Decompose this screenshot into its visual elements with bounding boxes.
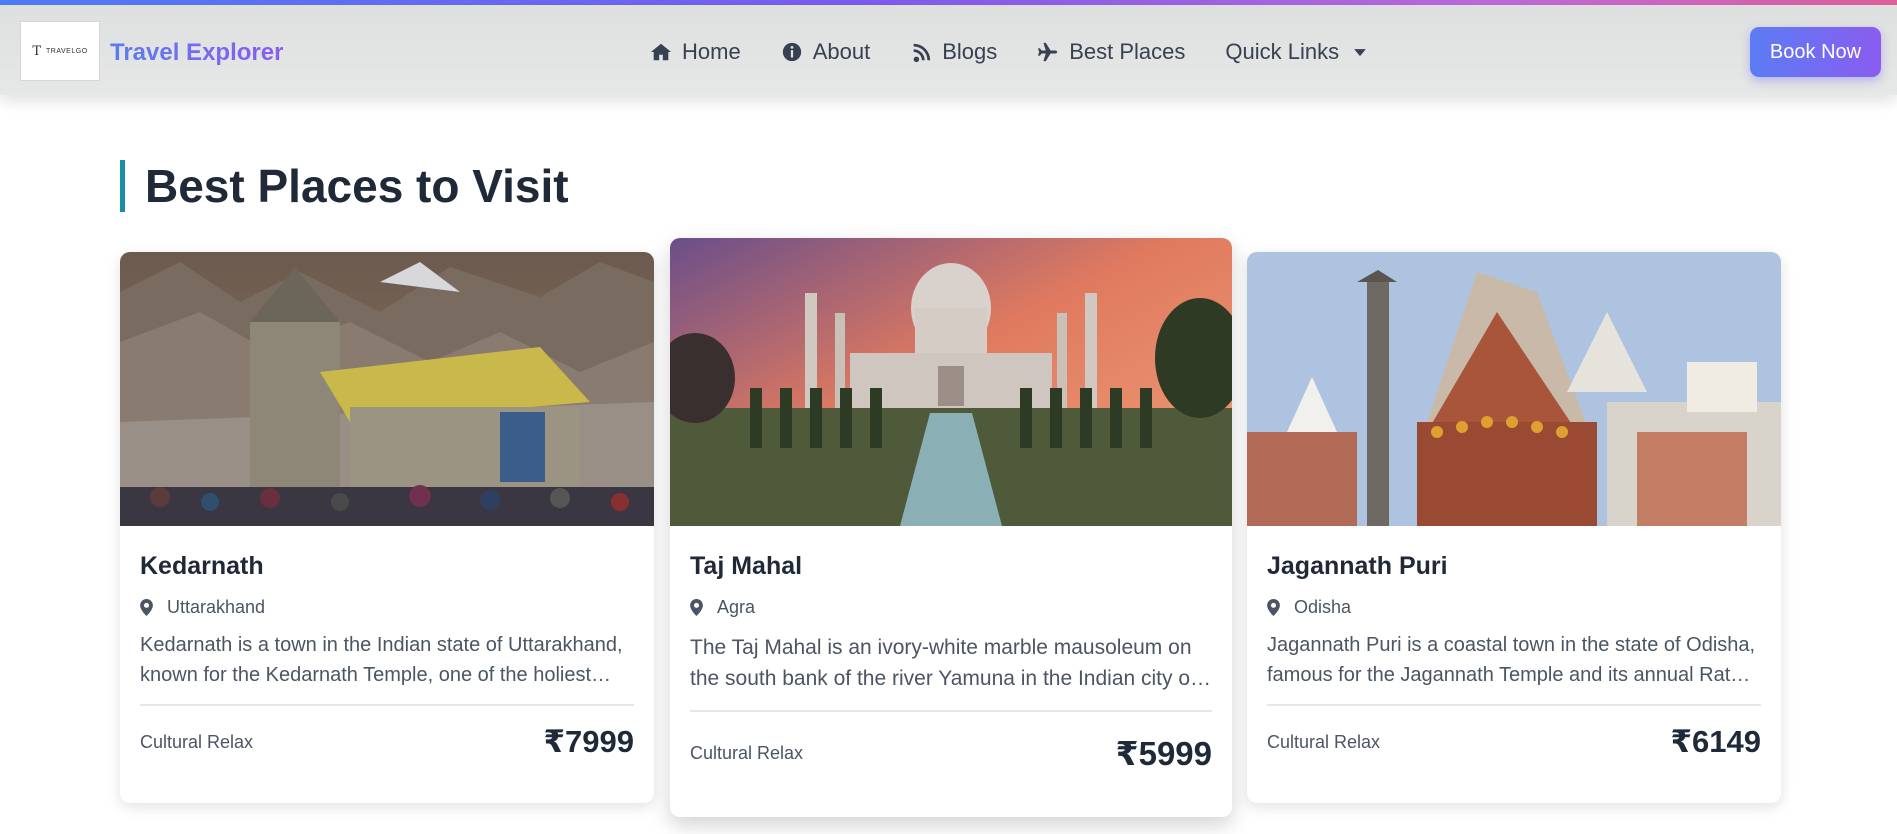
main-nav: Home About Blogs Best Places Quick Links	[650, 35, 1407, 69]
navbar: T TRAVELGO Travel Explorer Home About Bl…	[0, 5, 1897, 95]
nav-quick-links-label: Quick Links	[1225, 39, 1340, 64]
card-title: Jagannath Puri	[1267, 552, 1448, 580]
place-card-jagannath-puri[interactable]: Jagannath Puri Odisha Jagannath Puri is …	[1247, 252, 1781, 803]
card-title: Taj Mahal	[690, 552, 803, 580]
card-description: The Taj Mahal is an ivory-white marble m…	[690, 636, 1196, 690]
nav-best-places-label: Best Places	[1069, 39, 1186, 64]
card-location-label: Uttarakhand	[167, 597, 266, 617]
blog-icon	[913, 43, 931, 63]
logo[interactable]: T TRAVELGO	[20, 21, 100, 81]
section-title: Best Places to Visit	[120, 160, 569, 212]
place-card-taj-mahal[interactable]: Taj Mahal Agra The Taj Mahal is an ivory…	[670, 238, 1232, 817]
taj-mahal-image	[670, 238, 1232, 526]
card-description: Jagannath Puri is a coastal town in the …	[1267, 634, 1756, 686]
place-card-kedarnath[interactable]: Kedarnath Uttarakhand Kedarnath is a tow…	[120, 252, 654, 803]
logo-text: TRAVELGO	[46, 47, 88, 55]
brand-name[interactable]: Travel Explorer	[110, 39, 283, 67]
card-price: ₹6149	[1670, 724, 1761, 759]
card-footer: Cultural Relax ₹7999	[140, 724, 634, 760]
nav-blogs-label: Blogs	[942, 39, 998, 64]
nav-about[interactable]: About	[781, 39, 871, 65]
map-pin-icon	[690, 599, 703, 616]
card-category: Cultural Relax	[140, 731, 254, 752]
card-footer: Cultural Relax ₹6149	[1267, 724, 1761, 760]
card-location-label: Odisha	[1294, 597, 1352, 617]
card-category: Cultural Relax	[690, 743, 804, 763]
map-pin-icon	[140, 599, 153, 616]
book-now-button[interactable]: Book Now	[1750, 27, 1881, 77]
card-location: Uttarakhand	[140, 597, 634, 618]
nav-about-label: About	[812, 39, 871, 64]
chevron-down-icon	[1354, 49, 1366, 57]
info-icon	[782, 42, 801, 62]
card-category: Cultural Relax	[1267, 731, 1381, 752]
nav-quick-links[interactable]: Quick Links	[1225, 39, 1367, 65]
jagannath-puri-image	[1247, 252, 1781, 526]
card-description: Kedarnath is a town in the Indian state …	[140, 634, 623, 686]
card-location-label: Agra	[717, 597, 756, 617]
card-title: Kedarnath	[140, 552, 264, 580]
nav-home-label: Home	[682, 39, 741, 64]
card-location: Odisha	[1267, 597, 1761, 618]
home-icon	[650, 43, 672, 61]
card-divider	[690, 710, 1212, 712]
card-price: ₹5999	[1115, 735, 1212, 772]
nav-best-places[interactable]: Best Places	[1037, 39, 1185, 65]
card-price: ₹7999	[543, 724, 634, 759]
nav-home[interactable]: Home	[650, 39, 741, 65]
logo-mark: T	[32, 43, 42, 59]
card-divider	[1267, 704, 1761, 706]
card-footer: Cultural Relax ₹5999	[690, 734, 1212, 773]
card-location: Agra	[690, 597, 1212, 618]
nav-blogs[interactable]: Blogs	[910, 39, 997, 65]
map-pin-icon	[1267, 599, 1280, 616]
kedarnath-image	[120, 252, 654, 526]
card-divider	[140, 704, 634, 706]
plane-icon	[1038, 42, 1058, 62]
